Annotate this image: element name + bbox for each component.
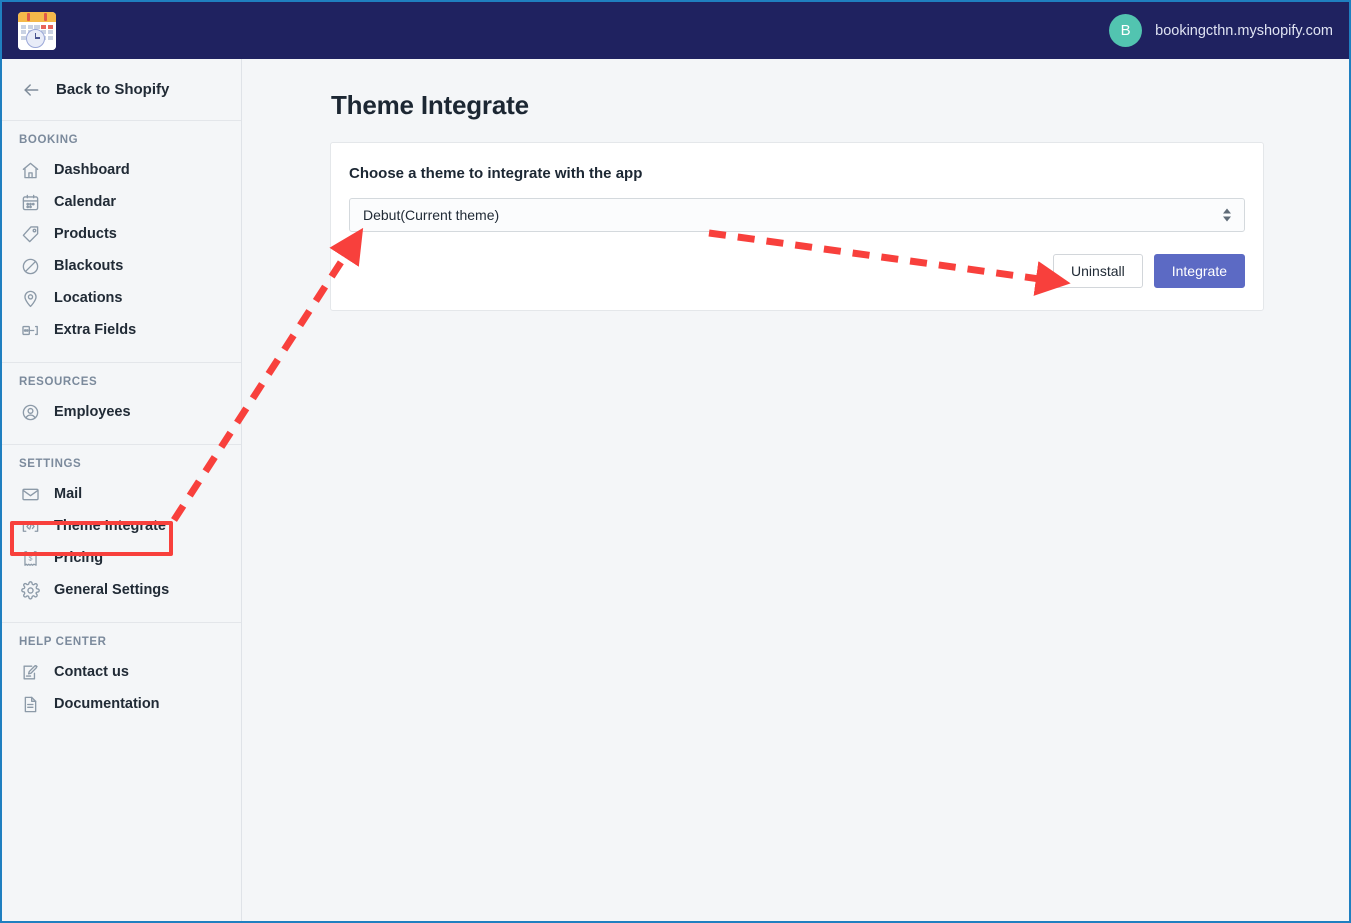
sidebar-item-label: Documentation — [54, 696, 160, 712]
arrow-left-icon — [20, 79, 42, 101]
sidebar-section-settings: SETTINGS Mail Theme Integrate $ Pricing … — [2, 445, 241, 623]
sidebar-item-calendar[interactable]: Calendar — [2, 186, 241, 218]
integrate-button[interactable]: Integrate — [1153, 254, 1245, 288]
pencil-edit-icon — [19, 661, 41, 683]
sidebar-item-employees[interactable]: Employees — [2, 396, 241, 428]
section-title-help-center: HELP CENTER — [19, 636, 107, 648]
section-title-booking: BOOKING — [19, 134, 79, 146]
avatar: B — [1109, 14, 1143, 47]
sidebar-item-general-settings[interactable]: General Settings — [2, 574, 241, 606]
section-title-resources: RESOURCES — [19, 376, 98, 388]
sidebar-item-documentation[interactable]: Documentation — [2, 688, 241, 720]
card-actions: Uninstall Integrate — [349, 254, 1245, 288]
sidebar-item-pricing[interactable]: $ Pricing — [2, 542, 241, 574]
theme-select-wrapper: Debut(Current theme) — [349, 198, 1245, 232]
sidebar-item-theme-integrate[interactable]: Theme Integrate — [2, 510, 241, 542]
theme-integrate-card: Choose a theme to integrate with the app… — [330, 142, 1264, 311]
sidebar-item-extra-fields[interactable]: Extra Fields — [2, 314, 241, 346]
store-domain-label: bookingcthn.myshopify.com — [1155, 22, 1333, 39]
home-icon — [19, 159, 41, 181]
card-heading: Choose a theme to integrate with the app — [349, 165, 643, 182]
sidebar-item-label: Mail — [54, 486, 83, 502]
top-header-bar: B bookingcthn.myshopify.com — [2, 2, 1349, 59]
section-title-settings: SETTINGS — [19, 458, 82, 470]
map-pin-icon — [19, 287, 41, 309]
sidebar-section-help-center: HELP CENTER Contact us Documentation — [2, 623, 241, 736]
sidebar-item-label: General Settings — [54, 582, 170, 598]
receipt-dollar-icon: $ — [19, 547, 41, 569]
document-icon — [19, 693, 41, 715]
calendar-icon — [19, 191, 41, 213]
sidebar-item-label: Extra Fields — [54, 322, 137, 338]
sidebar-item-products[interactable]: Products — [2, 218, 241, 250]
gear-icon — [19, 579, 41, 601]
sidebar-item-label: Contact us — [54, 664, 129, 680]
sidebar-item-label: Calendar — [54, 194, 117, 210]
sidebar-item-contact-us[interactable]: Contact us — [2, 656, 241, 688]
theme-select[interactable]: Debut(Current theme) — [349, 198, 1245, 232]
user-circle-icon — [19, 401, 41, 423]
sidebar-item-mail[interactable]: Mail — [2, 478, 241, 510]
sidebar-section-resources: RESOURCES Employees — [2, 363, 241, 445]
envelope-icon — [19, 483, 41, 505]
no-entry-icon — [19, 255, 41, 277]
tag-icon — [19, 223, 41, 245]
sidebar-item-dashboard[interactable]: Dashboard — [2, 154, 241, 186]
code-brackets-icon — [19, 515, 41, 537]
uninstall-button[interactable]: Uninstall — [1053, 254, 1143, 288]
page-title: Theme Integrate — [331, 90, 529, 120]
form-fields-icon — [19, 319, 41, 341]
sidebar: Back to Shopify BOOKING Dashboard Calend… — [2, 59, 242, 921]
sidebar-item-label: Products — [54, 226, 117, 242]
main-content: Theme Integrate Choose a theme to integr… — [242, 59, 1349, 921]
sidebar-item-blackouts[interactable]: Blackouts — [2, 250, 241, 282]
sidebar-item-locations[interactable]: Locations — [2, 282, 241, 314]
sidebar-item-label: Employees — [54, 404, 131, 420]
back-to-shopify-label: Back to Shopify — [56, 81, 170, 98]
back-to-shopify-link[interactable]: Back to Shopify — [2, 59, 241, 121]
sidebar-item-label: Blackouts — [54, 258, 124, 274]
svg-text:$: $ — [28, 554, 32, 562]
sidebar-item-label: Locations — [54, 290, 123, 306]
sidebar-item-label: Theme Integrate — [54, 518, 166, 534]
app-window: B bookingcthn.myshopify.com Back to Shop… — [0, 0, 1351, 923]
calendar-clock-logo-icon[interactable] — [18, 11, 56, 50]
sidebar-section-booking: BOOKING Dashboard Calendar Products Blac… — [2, 121, 241, 363]
sidebar-item-label: Dashboard — [54, 162, 130, 178]
sidebar-item-label: Pricing — [54, 550, 104, 566]
user-account-chip[interactable]: B bookingcthn.myshopify.com — [1109, 14, 1333, 47]
